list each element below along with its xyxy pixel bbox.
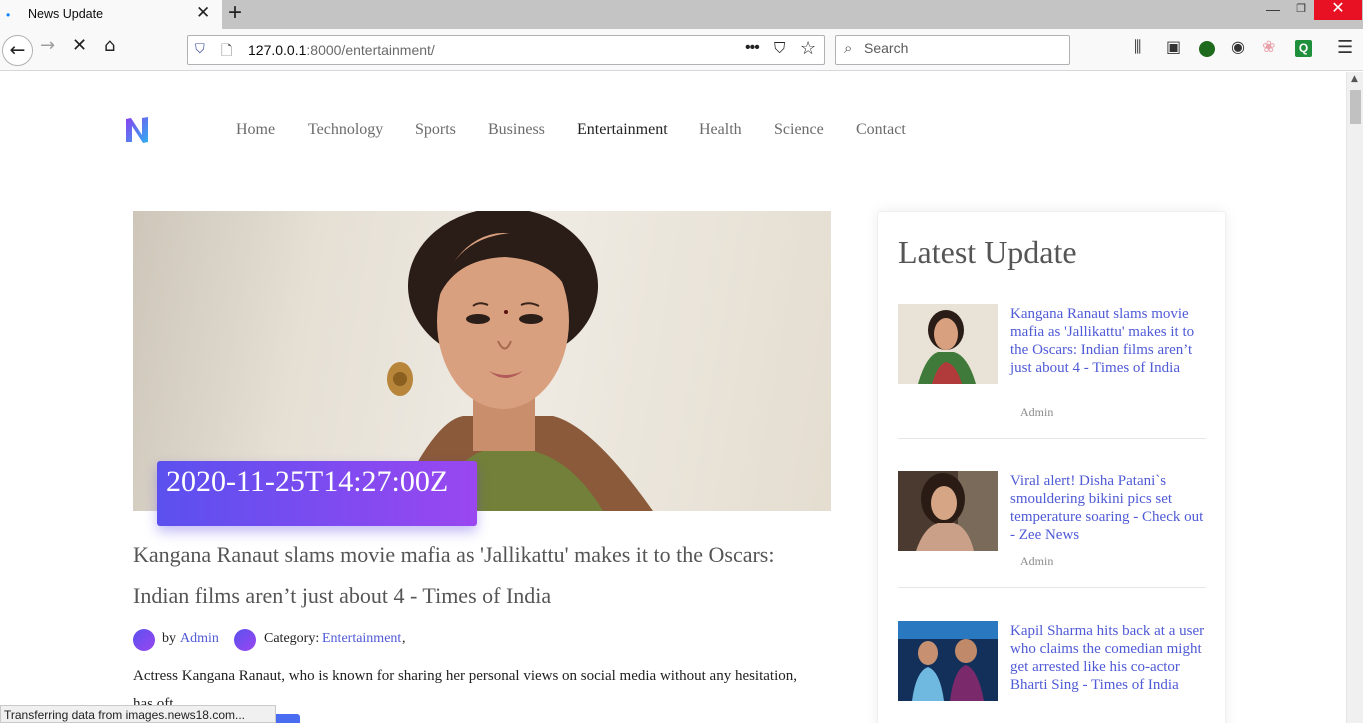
search-icon: ⌕ (844, 40, 853, 57)
post-author: Admin (1020, 405, 1054, 419)
extension-q-icon[interactable]: Q (1295, 40, 1312, 57)
author-icon (133, 629, 155, 651)
url-text[interactable]: 127.0.0.1:8000/entertainment/ (248, 42, 435, 58)
navigation-toolbar: ← → ✕ ⌂ ⛉ 🗋 127.0.0.1:8000/entertainment… (0, 29, 1363, 71)
back-icon[interactable]: ← (2, 35, 33, 66)
scroll-up-icon[interactable]: ▲ (1351, 74, 1358, 84)
pocket-icon[interactable]: ⛉ (774, 40, 785, 57)
nav-home[interactable]: Home (236, 121, 275, 139)
nav-health[interactable]: Health (699, 121, 742, 139)
nav-entertainment[interactable]: Entertainment (577, 121, 668, 139)
page-scrollbar[interactable]: ▲ (1346, 72, 1363, 723)
status-bar: Transferring data from images.news18.com… (0, 705, 276, 723)
nav-science[interactable]: Science (774, 121, 824, 139)
category-label: Category: (264, 631, 320, 646)
article-title[interactable]: Kangana Ranaut slams movie mafia as 'Jal… (133, 534, 833, 616)
post-author: Admin (1020, 554, 1054, 568)
hamburger-menu-icon[interactable]: ☰ (1337, 39, 1353, 57)
tracking-protection-icon[interactable]: ⛉ (195, 41, 205, 57)
post-title-link[interactable]: Kangana Ranaut slams movie mafia as 'Jal… (1010, 305, 1206, 377)
category-suffix: , (402, 631, 406, 646)
by-label: by (162, 631, 176, 646)
scrollbar-thumb[interactable] (1350, 90, 1361, 124)
nav-technology[interactable]: Technology (308, 121, 383, 139)
account-icon[interactable]: ◉ (1231, 39, 1245, 55)
page-info-icon[interactable]: 🗋 (221, 40, 232, 64)
post-thumbnail[interactable] (898, 471, 998, 551)
home-icon[interactable]: ⌂ (104, 37, 115, 55)
tab-news-update[interactable]: • News Update ✕ (0, 0, 222, 29)
post-thumbnail-graphic (898, 304, 998, 384)
new-tab-icon[interactable]: + (228, 1, 242, 25)
post-title-link[interactable]: Kapil Sharma hits back at a user who cla… (1010, 622, 1206, 694)
url-host: 127.0.0.1 (248, 42, 307, 58)
post-thumbnail[interactable] (898, 304, 998, 384)
author-link[interactable]: Admin (180, 631, 219, 647)
bookmark-star-icon[interactable]: ☆ (800, 38, 816, 59)
tab-strip: • News Update ✕ + — ❐ ✕ (0, 0, 1363, 29)
sidebar-heading: Latest Update (898, 234, 1077, 270)
minimize-icon[interactable]: — (1258, 0, 1288, 20)
extension-pink-icon[interactable]: ❀ (1262, 39, 1275, 55)
post-thumbnail[interactable] (898, 621, 998, 701)
tab-title: News Update (28, 7, 104, 21)
post-divider (898, 438, 1206, 439)
url-path: :8000/entertainment/ (306, 42, 435, 58)
page-viewport: Home Technology Sports Business Entertai… (0, 72, 1346, 723)
tab-close-icon[interactable]: ✕ (196, 4, 210, 21)
library-icon[interactable]: ⫼ (1134, 39, 1141, 55)
restore-icon[interactable]: ❐ (1288, 0, 1314, 20)
nav-sports[interactable]: Sports (415, 121, 456, 139)
forward-icon[interactable]: → (40, 37, 55, 55)
extension-shield-icon[interactable] (1199, 41, 1215, 57)
category-link[interactable]: Entertainment (322, 631, 401, 647)
article-date: 2020-11-25T14:27:00Z (166, 465, 449, 498)
url-bar[interactable]: ⛉ 🗋 127.0.0.1:8000/entertainment/ ••• ⛉ … (187, 35, 825, 65)
site-logo[interactable] (125, 116, 149, 144)
post-thumbnail-graphic (898, 471, 998, 551)
search-input[interactable] (864, 40, 1064, 56)
stop-loading-icon[interactable]: ✕ (72, 37, 87, 55)
post-title-link[interactable]: Viral alert! Disha Patani`s smouldering … (1010, 472, 1206, 544)
sidebar-toggle-icon[interactable]: ▣ (1166, 39, 1181, 55)
nav-contact[interactable]: Contact (856, 121, 906, 139)
tab-loading-icon: • (6, 8, 11, 22)
post-thumbnail-graphic (898, 621, 998, 701)
nav-business[interactable]: Business (488, 121, 545, 139)
search-bar[interactable]: ⌕ (835, 35, 1070, 65)
post-divider (898, 587, 1206, 588)
window-close-icon[interactable]: ✕ (1314, 0, 1362, 20)
article-date-badge: 2020-11-25T14:27:00Z (157, 461, 477, 526)
latest-update-sidebar: Latest Update Kangana Ranaut slams movie… (877, 211, 1226, 723)
page-actions-icon[interactable]: ••• (745, 39, 760, 57)
category-tag-icon (234, 629, 256, 651)
